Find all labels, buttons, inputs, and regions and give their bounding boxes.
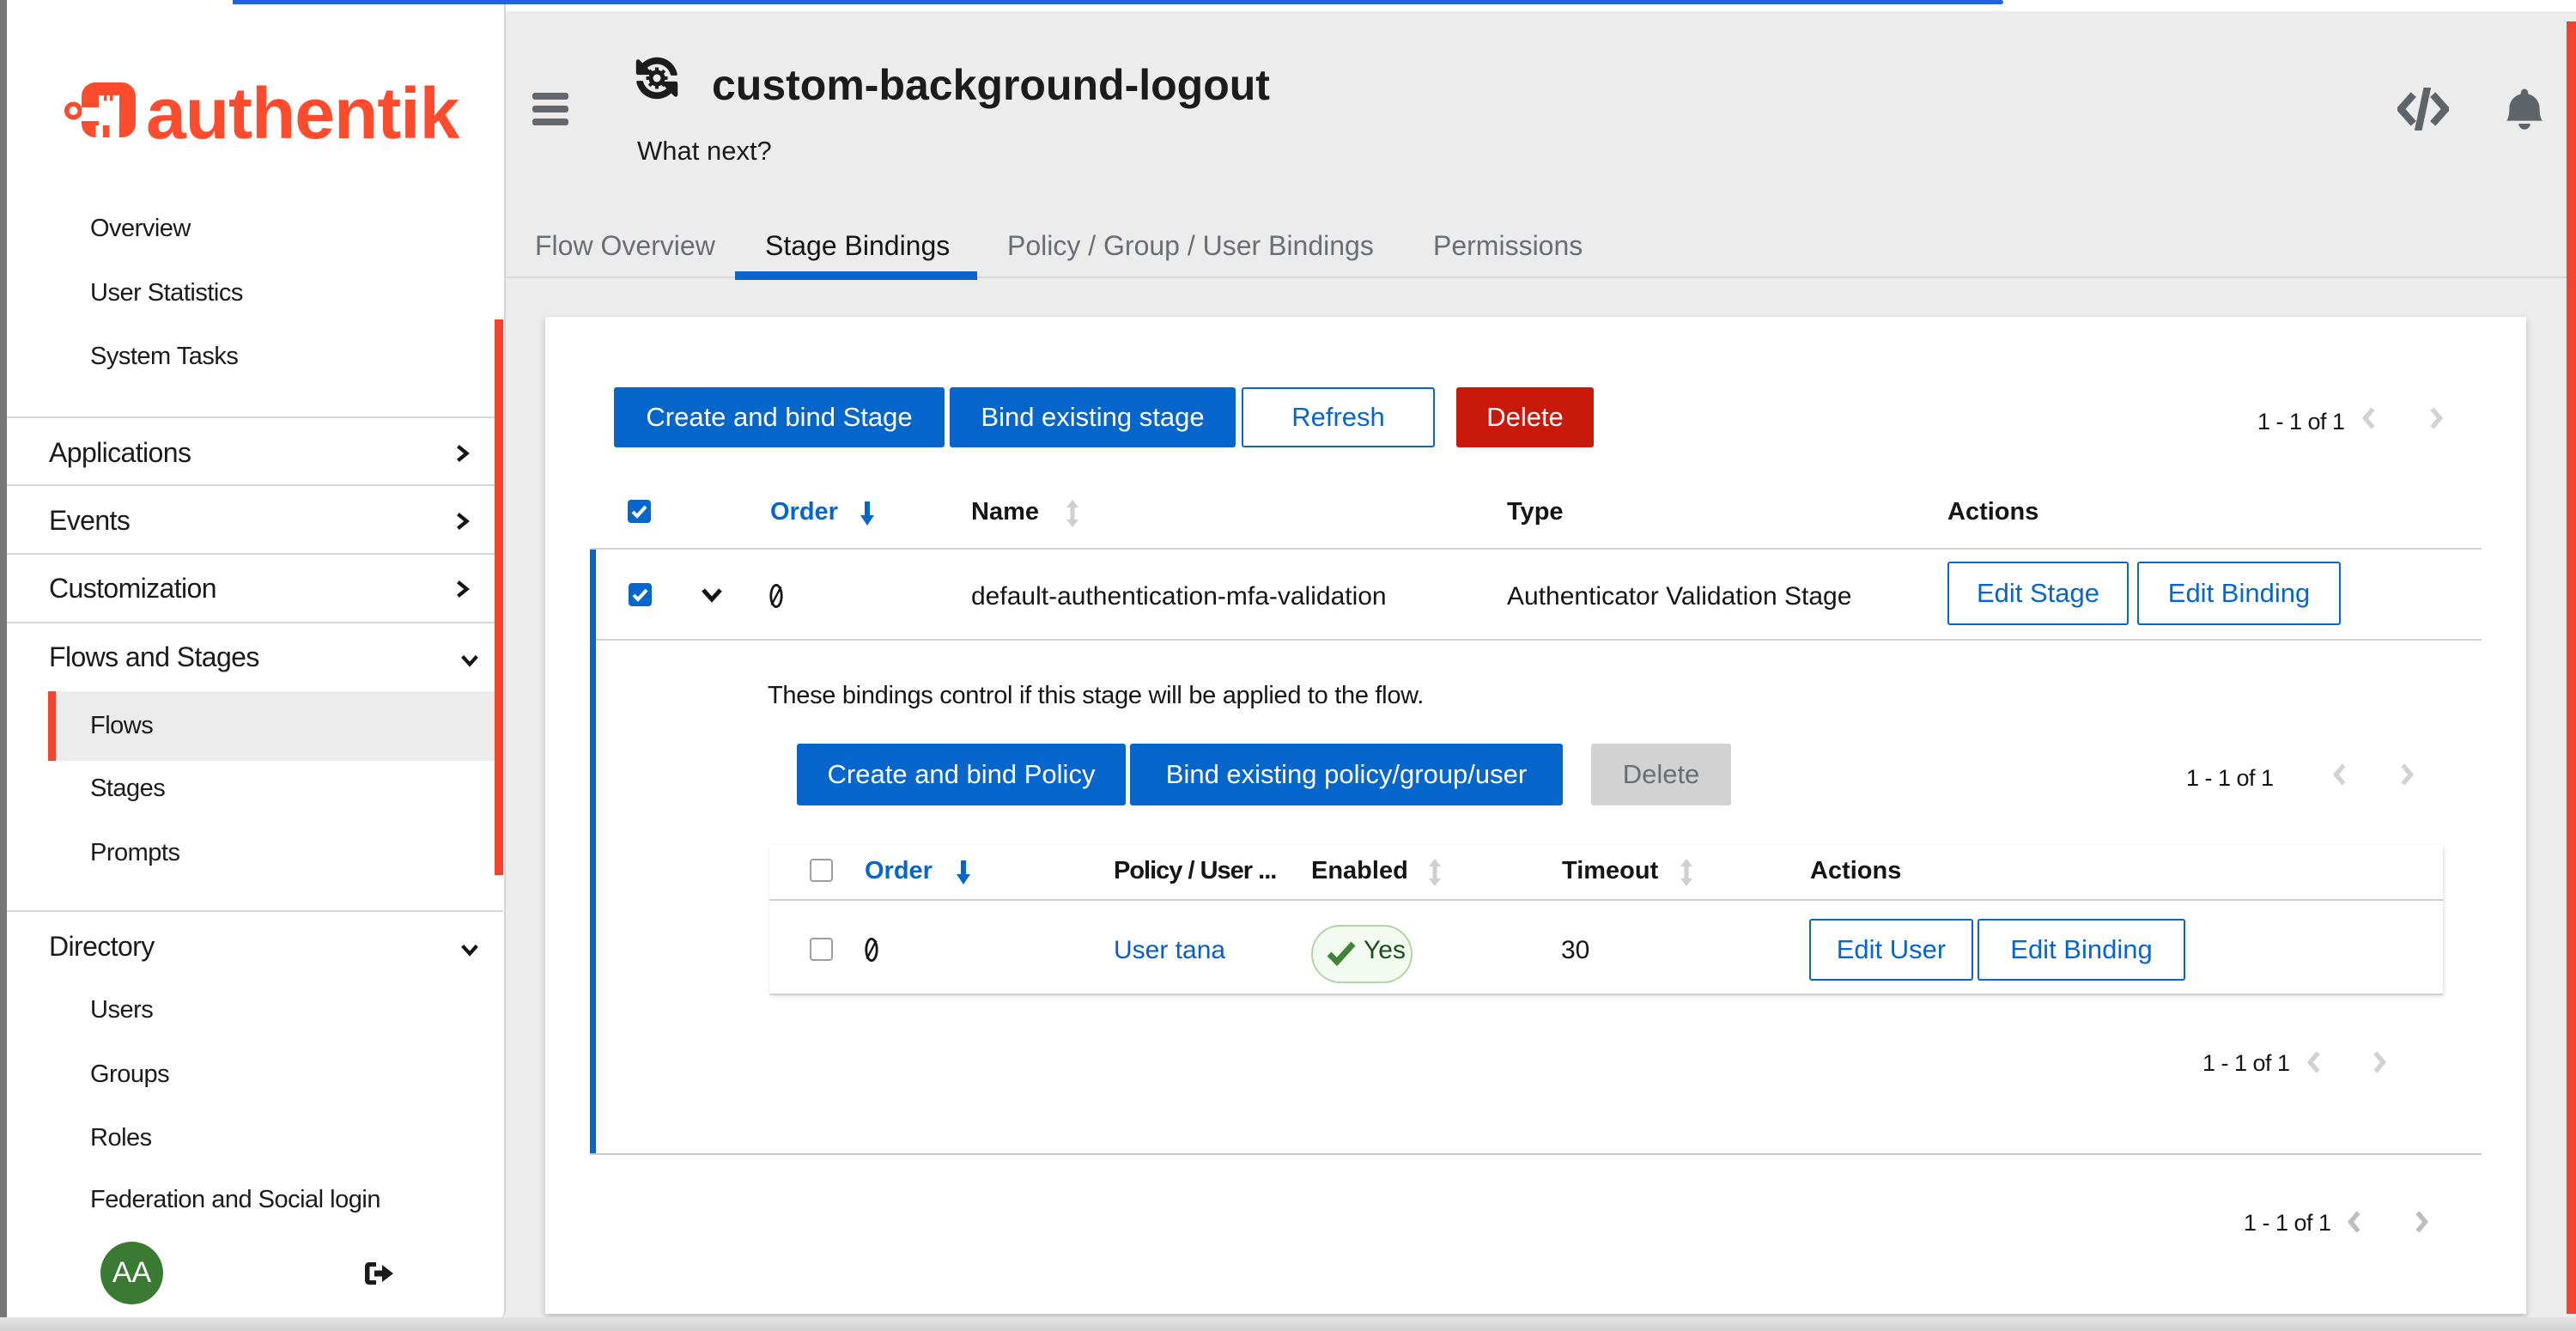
svg-text:authentik: authentik [146, 76, 460, 146]
